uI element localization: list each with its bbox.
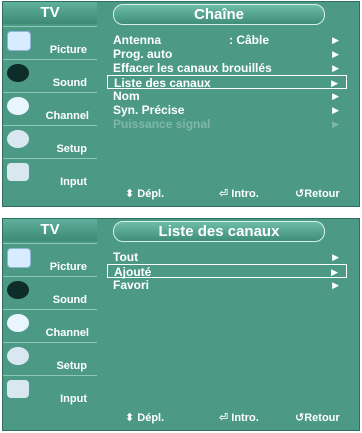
sidebar-item-setup[interactable]: Setup	[3, 125, 97, 158]
menu-item-liste-des-canaux[interactable]: Liste des canaux ▶	[107, 75, 347, 90]
sidebar-item-label: Channel	[45, 327, 89, 339]
sidebar-item-sound[interactable]: Sound	[3, 276, 97, 309]
move-hint: ⬍ Dépl.	[125, 188, 165, 200]
tv-header: TV	[3, 219, 97, 241]
menu-item-effacer[interactable]: Effacer les canaux brouillés ▶	[107, 61, 347, 75]
arrow-right-icon: ▶	[332, 63, 339, 73]
channel-icon	[7, 97, 29, 115]
menu-item-favori[interactable]: Favori ▶	[107, 278, 347, 292]
menu-item-label: Antenna	[113, 33, 161, 47]
arrow-right-icon: ▶	[331, 78, 338, 88]
move-hint: ⬍ Dépl.	[125, 412, 165, 424]
menu-list: Tout ▶ Ajouté ▶ Favori ▶	[107, 250, 347, 292]
sidebar-item-channel[interactable]: Channel	[3, 309, 97, 342]
tv-header: TV	[3, 2, 97, 24]
menu-item-value: : Câble	[229, 33, 270, 47]
enter-hint: ⏎ Intro.	[219, 188, 259, 200]
sidebar-item-label: Channel	[45, 110, 89, 122]
menu-list: Antenna : Câble ▶ Prog. auto ▶ Effacer l…	[107, 33, 347, 131]
sidebar-item-sound[interactable]: Sound	[3, 59, 97, 92]
menu-item-antenna[interactable]: Antenna : Câble ▶	[107, 33, 347, 47]
arrow-right-icon: ▶	[332, 35, 339, 45]
menu-item-label: Tout	[113, 250, 139, 264]
sidebar-item-picture[interactable]: Picture	[3, 243, 97, 276]
picture-icon	[7, 248, 31, 268]
arrow-right-icon: ▶	[332, 119, 339, 129]
page-title: Chaîne	[113, 4, 325, 25]
menu-item-label: Nom	[113, 89, 140, 103]
enter-hint: ⏎ Intro.	[219, 412, 259, 424]
sound-icon	[7, 281, 29, 299]
menu-item-nom[interactable]: Nom ▶	[107, 89, 347, 103]
menu-panel-chaine: TV Chaîne Picture Sound Channel Setup In…	[2, 1, 360, 207]
sidebar-item-label: Input	[60, 176, 87, 188]
menu-panel-liste-des-canaux: TV Liste des canaux Picture Sound Channe…	[2, 218, 360, 431]
page-title: Liste des canaux	[113, 221, 325, 242]
sidebar-item-setup[interactable]: Setup	[3, 342, 97, 375]
return-hint: ↺Retour	[295, 188, 340, 200]
menu-item-label: Puissance signal	[113, 117, 211, 131]
menu-item-label: Prog. auto	[113, 47, 173, 61]
arrow-right-icon: ▶	[332, 105, 339, 115]
menu-item-label: Effacer les canaux brouillés	[113, 61, 272, 75]
footer-hints: ⬍ Dépl. ⏎ Intro. ↺Retour	[115, 408, 359, 426]
menu-item-tout[interactable]: Tout ▶	[107, 250, 347, 264]
footer-hints: ⬍ Dépl. ⏎ Intro. ↺Retour	[115, 184, 359, 202]
picture-icon	[7, 31, 31, 51]
arrow-right-icon: ▶	[332, 49, 339, 59]
menu-item-ajoute[interactable]: Ajouté ▶	[107, 264, 347, 279]
sidebar-item-label: Sound	[52, 294, 87, 306]
channel-icon	[7, 314, 29, 332]
sidebar-item-label: Picture	[49, 44, 87, 56]
sidebar-item-channel[interactable]: Channel	[3, 92, 97, 125]
input-icon	[7, 163, 29, 181]
sidebar-item-picture[interactable]: Picture	[3, 26, 97, 59]
menu-item-label: Favori	[113, 278, 150, 292]
arrow-right-icon: ▶	[332, 280, 339, 290]
return-hint: ↺Retour	[295, 412, 340, 424]
menu-item-puissance-signal: Puissance signal ▶	[107, 117, 347, 131]
menu-item-label: Liste des canaux	[114, 76, 211, 90]
arrow-right-icon: ▶	[332, 252, 339, 262]
sidebar-item-label: Setup	[56, 360, 87, 372]
sidebar-item-input[interactable]: Input	[3, 158, 97, 191]
arrow-right-icon: ▶	[331, 267, 338, 277]
arrow-right-icon: ▶	[332, 91, 339, 101]
sound-icon	[7, 64, 29, 82]
sidebar-item-label: Sound	[52, 77, 87, 89]
sidebar-item-label: Picture	[49, 261, 87, 273]
sidebar-item-label: Setup	[56, 143, 87, 155]
input-icon	[7, 380, 29, 398]
setup-icon	[7, 347, 29, 365]
setup-icon	[7, 130, 29, 148]
menu-item-label: Ajouté	[114, 265, 152, 279]
menu-item-label: Syn. Précise	[113, 103, 185, 117]
menu-item-syn-precise[interactable]: Syn. Précise ▶	[107, 103, 347, 117]
menu-item-prog-auto[interactable]: Prog. auto ▶	[107, 47, 347, 61]
sidebar-item-label: Input	[60, 393, 87, 405]
sidebar-item-input[interactable]: Input	[3, 375, 97, 408]
